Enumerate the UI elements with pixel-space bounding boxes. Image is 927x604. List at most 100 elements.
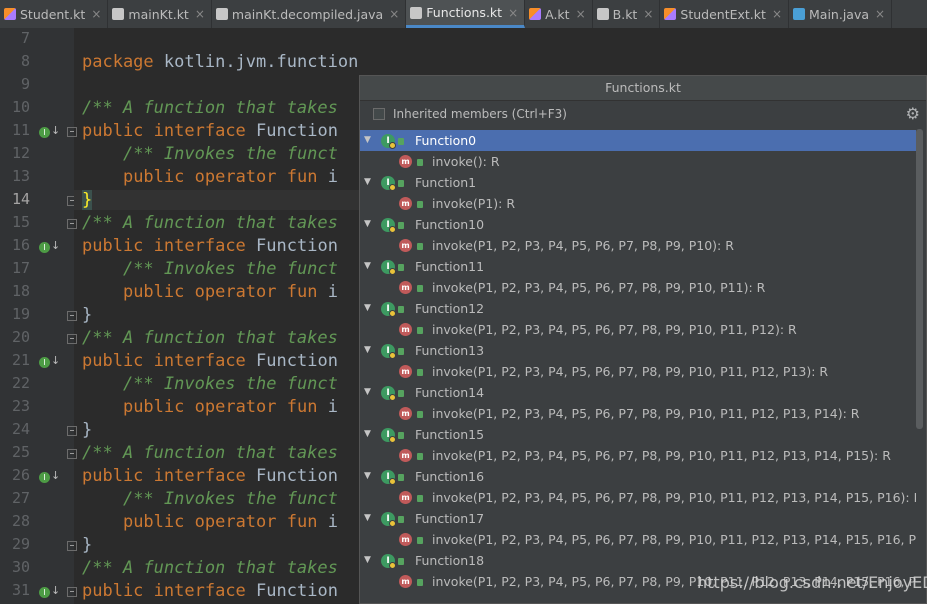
keyword: public xyxy=(122,512,185,532)
keyword: public xyxy=(122,167,185,187)
keyword: package xyxy=(82,52,154,72)
tab-mainkt-decompiled-java[interactable]: mainKt.decompiled.java × xyxy=(212,0,407,28)
tab-student-kt[interactable]: Student.kt × xyxy=(0,0,109,28)
implemented-icon[interactable]: I xyxy=(39,127,50,138)
tree-item-interface[interactable]: ▼ I Function17 xyxy=(360,508,916,529)
interface-icon: I xyxy=(381,176,396,191)
expand-arrow-icon[interactable]: ▼ xyxy=(364,130,371,151)
close-brace: } xyxy=(82,305,93,325)
tree-item-interface[interactable]: ▼ I Function10 xyxy=(360,214,916,235)
tree-item-method[interactable]: m invoke(P1, P2, P3, P4, P5, P6, P7, P8, … xyxy=(360,403,916,424)
expand-arrow-icon[interactable]: ▼ xyxy=(364,298,371,319)
close-icon[interactable]: × xyxy=(875,7,885,21)
close-icon[interactable]: × xyxy=(195,7,205,21)
tree-item-interface[interactable]: ▼ I Function12 xyxy=(360,298,916,319)
tree-item-interface[interactable]: ▼ I Function16 xyxy=(360,466,916,487)
expand-arrow-icon[interactable]: ▼ xyxy=(364,256,371,277)
tree-item-method[interactable]: m invoke(P1, P2, P3, P4, P5, P6, P7, P8, … xyxy=(360,277,916,298)
method-signature: invoke(P1, P2, P3, P4, P5, P6, P7, P8, P… xyxy=(432,280,766,295)
gear-icon[interactable]: ⚙ xyxy=(906,104,920,123)
expand-arrow-icon[interactable]: ▼ xyxy=(364,340,371,361)
code-comment: /** Invokes the funct xyxy=(122,374,338,394)
keyword: operator xyxy=(194,397,277,417)
interface-icon: I xyxy=(381,302,396,317)
keyword: interface xyxy=(153,466,246,486)
interface-icon: I xyxy=(381,554,396,569)
tree-item-interface[interactable]: ▼ I Function13 xyxy=(360,340,916,361)
tab-b-kt[interactable]: B.kt × xyxy=(593,0,661,28)
code-editor[interactable]: package kotlin.jvm.functions /** A functi… xyxy=(74,28,359,604)
tree-item-method[interactable]: m invoke(P1): R xyxy=(360,193,916,214)
interface-icon: I xyxy=(381,344,396,359)
code-line: /** Invokes the funct xyxy=(82,144,338,164)
keyword: public xyxy=(82,466,144,486)
implemented-icon[interactable]: I xyxy=(39,472,50,483)
keyword: interface xyxy=(153,351,246,371)
code-comment: /** Invokes the funct xyxy=(122,259,338,279)
keyword: interface xyxy=(153,581,246,601)
inherited-members-label[interactable]: Inherited members (Ctrl+F3) xyxy=(393,107,567,121)
expand-arrow-icon[interactable]: ▼ xyxy=(364,424,371,445)
arrow-down-icon[interactable]: ↓ xyxy=(51,584,60,597)
implemented-icon[interactable]: I xyxy=(39,242,50,253)
close-icon[interactable]: × xyxy=(91,7,101,21)
close-icon[interactable]: × xyxy=(643,7,653,21)
public-access-icon xyxy=(398,306,404,313)
arrow-down-icon[interactable]: ↓ xyxy=(51,354,60,367)
tree-item-interface[interactable]: ▼ I Function0 xyxy=(360,130,916,151)
tab-main-java[interactable]: Main.java × xyxy=(789,0,893,28)
interface-icon: I xyxy=(381,428,396,443)
line-number: 22 xyxy=(11,374,30,392)
tab-mainkt-kt[interactable]: mainKt.kt × xyxy=(108,0,212,28)
tree-item-interface[interactable]: ▼ I Function18 xyxy=(360,550,916,571)
expand-arrow-icon[interactable]: ▼ xyxy=(364,172,371,193)
expand-arrow-icon[interactable]: ▼ xyxy=(364,382,371,403)
arrow-down-icon[interactable]: ↓ xyxy=(51,239,60,252)
tree-item-method[interactable]: m invoke(P1, P2, P3, P4, P5, P6, P7, P8, … xyxy=(360,487,916,508)
line-number: 21 xyxy=(11,351,30,369)
tree-item-interface[interactable]: ▼ I Function15 xyxy=(360,424,916,445)
interface-name: Function16 xyxy=(415,469,485,484)
tree-item-method[interactable]: m invoke(): R xyxy=(360,151,916,172)
public-access-icon xyxy=(417,243,423,250)
tree-item-method[interactable]: m invoke(P1, P2, P3, P4, P5, P6, P7, P8, … xyxy=(360,235,916,256)
tree-item-interface[interactable]: ▼ I Function11 xyxy=(360,256,916,277)
interface-name: Function xyxy=(256,121,338,141)
expand-arrow-icon[interactable]: ▼ xyxy=(364,214,371,235)
tab-a-kt[interactable]: A.kt × xyxy=(525,0,593,28)
close-icon[interactable]: × xyxy=(508,6,518,20)
tree-item-method[interactable]: m invoke(P1, P2, P3, P4, P5, P6, P7, P8, … xyxy=(360,319,916,340)
public-access-icon xyxy=(417,411,423,418)
tree-item-method[interactable]: m invoke(P1, P2, P3, P4, P5, P6, P7, P8, … xyxy=(360,361,916,382)
arrow-down-icon[interactable]: ↓ xyxy=(51,124,60,137)
arrow-down-icon[interactable]: ↓ xyxy=(51,469,60,482)
code-line: public operator fun i xyxy=(82,512,338,532)
implemented-icon[interactable]: I xyxy=(39,587,50,598)
public-access-icon xyxy=(398,558,404,565)
tree-item-interface[interactable]: ▼ I Function1 xyxy=(360,172,916,193)
close-icon[interactable]: × xyxy=(576,7,586,21)
tab-label: B.kt xyxy=(612,6,638,22)
code-comment: /** Invokes the funct xyxy=(122,144,338,164)
tab-label: mainKt.decompiled.java xyxy=(231,6,384,22)
method-icon: m xyxy=(399,281,412,294)
tab-functions-kt[interactable]: Functions.kt × xyxy=(406,0,526,28)
inherited-members-checkbox[interactable] xyxy=(373,108,385,120)
tree-item-interface[interactable]: ▼ I Function14 xyxy=(360,382,916,403)
close-icon[interactable]: × xyxy=(389,7,399,21)
tree-item-method[interactable]: m invoke(P1, P2, P3, P4, P5, P6, P7, P8, … xyxy=(360,445,916,466)
popup-scrollbar[interactable] xyxy=(916,129,923,429)
keyword: fun xyxy=(286,167,318,187)
expand-arrow-icon[interactable]: ▼ xyxy=(364,550,371,571)
close-icon[interactable]: × xyxy=(772,7,782,21)
expand-arrow-icon[interactable]: ▼ xyxy=(364,508,371,529)
implemented-icon[interactable]: I xyxy=(39,357,50,368)
tree-item-method[interactable]: m invoke(P1, P2, P3, P4, P5, P6, P7, P8, … xyxy=(360,529,916,550)
code-line: /** A function that takes xyxy=(82,558,338,578)
public-access-icon xyxy=(417,537,423,544)
expand-arrow-icon[interactable]: ▼ xyxy=(364,466,371,487)
code-line: /** A function that takes xyxy=(82,213,338,233)
method-signature: invoke(P1, P2, P3, P4, P5, P6, P7, P8, P… xyxy=(432,490,916,505)
package-name: kotlin.jvm.functions xyxy=(163,52,359,72)
tab-studentext-kt[interactable]: StudentExt.kt × xyxy=(660,0,789,28)
